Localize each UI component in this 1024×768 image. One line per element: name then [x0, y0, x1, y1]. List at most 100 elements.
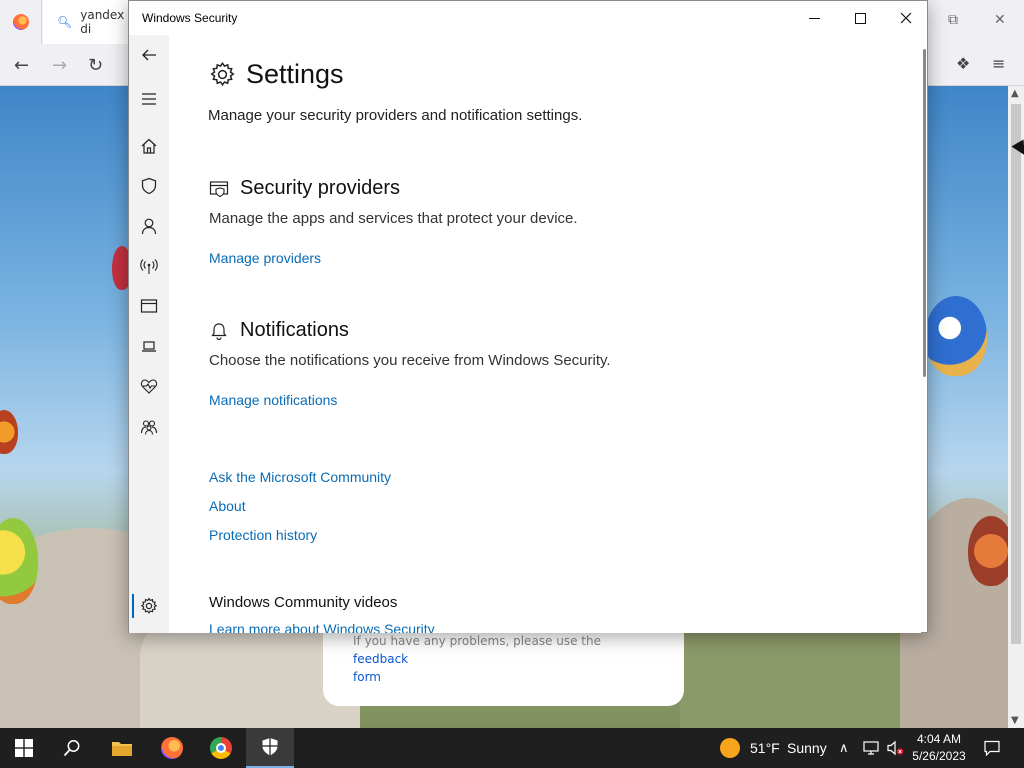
scrollbar-thumb[interactable] [1011, 104, 1021, 644]
reload-button[interactable]: ↻ [88, 55, 103, 76]
weather-temp[interactable]: 51°F [750, 728, 780, 768]
page-description: Manage your security providers and notif… [208, 107, 583, 124]
chrome-taskbar-button[interactable] [197, 728, 245, 768]
home-icon [141, 138, 157, 154]
security-providers-icon [209, 180, 229, 197]
volume-muted-icon [887, 740, 904, 756]
firefox-icon [12, 14, 29, 30]
notifications-header: Notifications [209, 319, 349, 342]
page-header: Settings [209, 59, 344, 90]
balloon [925, 296, 987, 376]
menu-button[interactable] [129, 81, 169, 117]
maximize-icon [854, 12, 866, 24]
sidebar-item-home[interactable] [129, 128, 169, 164]
about-link[interactable]: About [209, 498, 246, 514]
app-browser-icon [140, 299, 158, 313]
feedback-card: If you have any problems, please use the… [323, 632, 684, 706]
sun-icon [720, 738, 740, 758]
manage-providers-link[interactable]: Manage providers [209, 250, 321, 266]
weather-icon[interactable] [716, 728, 744, 768]
browser-scrollbar[interactable]: ▲ ▼ [1008, 86, 1024, 728]
clock[interactable]: 4:04 AM 5/26/2023 [906, 731, 972, 765]
extensions-icon[interactable]: ❖ [956, 54, 970, 73]
network-status-icon [863, 741, 879, 755]
gear-icon [210, 61, 235, 87]
network-tray-icon[interactable] [860, 728, 882, 768]
close-icon[interactable]: ✕ [994, 12, 1006, 28]
menu-icon [142, 93, 156, 105]
account-icon [141, 218, 157, 235]
sidebar-item-device-health[interactable] [129, 368, 169, 404]
sidebar-item-account-protection[interactable] [129, 208, 169, 244]
search-icon: 🔍︎ [57, 15, 73, 29]
balloon [968, 516, 1008, 586]
gear-icon [140, 597, 158, 614]
minimize-icon [808, 17, 820, 19]
scroll-down-icon[interactable]: ▼ [1011, 715, 1019, 726]
back-icon [142, 49, 156, 61]
search-icon [63, 740, 80, 757]
sidebar-item-app-browser[interactable] [129, 288, 169, 324]
search-button[interactable] [48, 728, 96, 768]
feedback-text: If you have any problems, please use the… [353, 634, 601, 684]
network-icon [140, 259, 158, 274]
forward-button[interactable]: → [52, 55, 67, 76]
clock-time: 4:04 AM [916, 732, 962, 746]
taskbar: 51°F Sunny ∧ 4:04 AM 5/26/2023 [0, 728, 1024, 768]
sidebar [129, 35, 169, 633]
videos-heading: Windows Community videos [209, 594, 398, 611]
settings-page: Settings Manage your security providers … [169, 35, 921, 633]
back-button[interactable]: ← [14, 55, 29, 76]
folder-icon [112, 742, 132, 756]
notifications-description: Choose the notifications you receive fro… [209, 352, 611, 369]
notifications-title: Notifications [240, 319, 349, 341]
back-button[interactable] [129, 37, 169, 73]
sidebar-item-family-options[interactable] [129, 409, 169, 445]
weather-text[interactable]: Sunny [787, 728, 827, 768]
title-bar[interactable]: Windows Security [129, 1, 927, 35]
volume-tray-icon[interactable] [884, 728, 906, 768]
restore-icon[interactable]: ⧉ [948, 12, 958, 28]
clock-date: 5/26/2023 [912, 749, 966, 763]
content-scrollbar[interactable] [923, 49, 926, 377]
health-icon [140, 379, 158, 394]
shield-icon [141, 177, 157, 195]
providers-title: Security providers [240, 177, 401, 199]
file-explorer-button[interactable] [98, 728, 146, 768]
close-button[interactable] [883, 1, 929, 35]
firefox-tab[interactable] [0, 0, 42, 44]
bell-icon [211, 322, 227, 340]
windows-logo-icon [15, 739, 33, 757]
balloon [0, 410, 18, 454]
sidebar-item-device-security[interactable] [129, 328, 169, 364]
notification-icon [984, 740, 1000, 756]
chrome-icon [210, 737, 232, 759]
action-center-button[interactable] [978, 728, 1006, 768]
firefox-icon [161, 737, 183, 759]
protection-history-link[interactable]: Protection history [209, 527, 317, 543]
scroll-up-icon[interactable]: ▲ [1011, 88, 1019, 99]
tray-chevron-icon[interactable]: ∧ [839, 728, 849, 768]
start-button[interactable] [0, 728, 48, 768]
feedback-form-link[interactable]: form [353, 670, 381, 684]
browser-tab-yandex[interactable]: 🔍︎ yandex di [43, 0, 133, 44]
sidebar-item-firewall-network[interactable] [129, 248, 169, 284]
providers-header: Security providers [209, 177, 400, 200]
feedback-link[interactable]: feedback [353, 652, 408, 666]
sidebar-item-settings[interactable] [129, 588, 169, 624]
learn-more-link[interactable]: Learn more about Windows Security [209, 621, 435, 633]
family-icon [140, 420, 158, 435]
maximize-button[interactable] [837, 1, 883, 35]
minimize-button[interactable] [791, 1, 837, 35]
shield-icon [262, 738, 278, 756]
firefox-taskbar-button[interactable] [148, 728, 196, 768]
menu-icon[interactable]: ≡ [992, 54, 1005, 73]
providers-description: Manage the apps and services that protec… [209, 210, 578, 227]
windows-security-taskbar-button[interactable] [246, 728, 294, 768]
community-link[interactable]: Ask the Microsoft Community [209, 469, 391, 485]
close-icon [900, 12, 912, 24]
page-title: Settings [246, 59, 344, 89]
windows-security-window: Windows Security Settings Manage your se… [128, 0, 928, 633]
sidebar-item-virus-protection[interactable] [129, 168, 169, 204]
manage-notifications-link[interactable]: Manage notifications [209, 392, 337, 408]
